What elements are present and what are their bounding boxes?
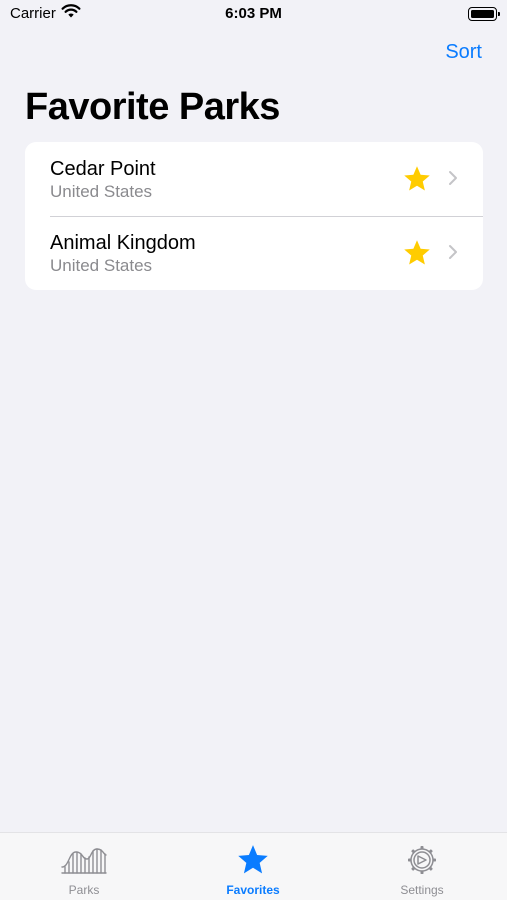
tab-parks[interactable]: Parks: [24, 833, 144, 900]
list-item-park[interactable]: Cedar Point United States: [25, 142, 483, 216]
park-country: United States: [50, 256, 153, 275]
list-item-park[interactable]: Animal Kingdom United States: [25, 216, 483, 290]
favorite-star-icon[interactable]: [402, 164, 432, 199]
park-name: Cedar Point: [50, 158, 156, 180]
gear-icon: [362, 843, 482, 877]
park-name: Animal Kingdom: [50, 232, 196, 254]
tab-settings-label: Settings: [400, 883, 444, 897]
status-bar: Carrier 6:03 PM: [0, 0, 507, 28]
status-time: 6:03 PM: [225, 5, 282, 22]
roller-coaster-icon: [24, 843, 144, 877]
tab-parks-label: Parks: [68, 883, 100, 897]
tab-bar: Parks Favorites Settings: [0, 832, 507, 900]
sort-button[interactable]: Sort: [445, 41, 482, 64]
favorite-parks-list: Cedar Point United States Animal Kingdom…: [25, 142, 483, 290]
park-country: United States: [50, 182, 153, 201]
battery-icon: [468, 7, 500, 21]
tab-settings[interactable]: Settings: [362, 833, 482, 900]
tab-favorites[interactable]: Favorites: [193, 833, 313, 900]
chevron-right-icon: [448, 244, 458, 265]
chevron-right-icon: [448, 170, 458, 191]
star-icon: [193, 843, 313, 877]
tab-favorites-label: Favorites: [226, 883, 280, 897]
page-title: Favorite Parks: [25, 86, 280, 128]
favorites-screen: Carrier 6:03 PM Sort Favorite Parks Ceda…: [0, 0, 507, 900]
favorite-star-icon[interactable]: [402, 238, 432, 273]
